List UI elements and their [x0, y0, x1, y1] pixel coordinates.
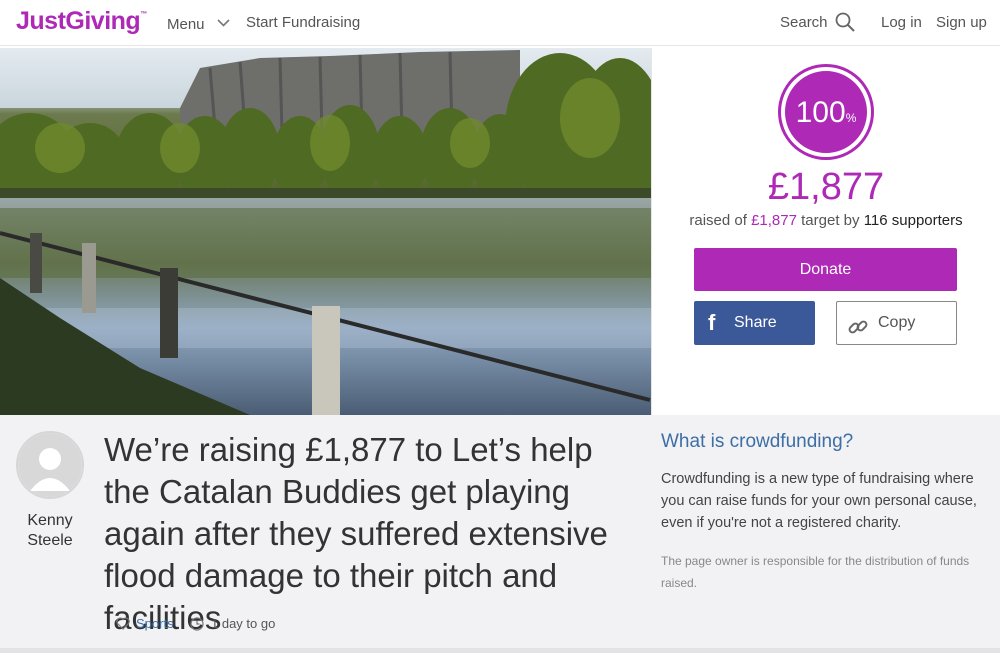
owner-last-name: Steele [27, 532, 73, 549]
page-details: Kenny Steele We’re raising £1,877 to Let… [0, 415, 1000, 653]
avatar-icon [18, 433, 82, 497]
signup-link[interactable]: Sign up [936, 14, 987, 31]
donate-button[interactable]: Donate [694, 248, 957, 291]
start-fundraising-link[interactable]: Start Fundraising [246, 14, 360, 31]
share-button[interactable]: f Share [694, 301, 815, 345]
progress-circle: 100% [781, 67, 871, 157]
chevron-down-icon [217, 14, 230, 31]
info-heading[interactable]: What is crowdfunding? [661, 431, 991, 453]
progress-percent-value: 100 [795, 96, 846, 129]
donation-panel: 100% £1,877 raised of £1,877 target by 1… [651, 48, 1000, 415]
raised-summary: raised of £1,877 target by 116 supporter… [652, 212, 1000, 229]
info-description: Crowdfunding is a new type of fundraisin… [661, 471, 977, 531]
menu-button[interactable]: Menu [167, 14, 230, 33]
logo-trademark: ™ [140, 11, 147, 18]
link-icon [847, 313, 869, 335]
login-link[interactable]: Log in [881, 14, 922, 31]
time-left: 1 day to go [211, 616, 276, 631]
raised-amount: £1,877 [767, 166, 885, 208]
hero-image [0, 48, 651, 415]
facebook-icon: f [708, 310, 716, 335]
search-link[interactable]: Search [780, 14, 828, 31]
avatar[interactable] [16, 431, 84, 499]
crowdfunding-info: What is crowdfunding? Crowdfunding is a … [661, 431, 991, 594]
owner-first-name: Kenny [27, 512, 73, 529]
top-navigation: JustGiving™ Menu Start Fundraising Searc… [0, 0, 1000, 46]
copy-button[interactable]: Copy [836, 301, 957, 345]
target-mid-text: target by [801, 212, 860, 229]
raised-prefix: raised of [689, 212, 747, 229]
owner-name[interactable]: Kenny Steele [10, 511, 90, 551]
target-amount: £1,877 [751, 212, 797, 229]
page-meta: Sports 1 day to go [116, 616, 275, 633]
divider [0, 648, 1000, 653]
justgiving-logo[interactable]: JustGiving™ [16, 7, 147, 36]
progress-percent-sign: % [845, 111, 857, 125]
search-icon[interactable] [835, 12, 855, 32]
menu-label: Menu [167, 16, 205, 33]
share-label: Share [734, 314, 777, 331]
clock-icon [190, 617, 204, 634]
info-disclaimer: The page owner is responsible for the di… [661, 554, 970, 590]
heart-icon [116, 617, 130, 633]
logo-text: JustGiving [16, 7, 141, 35]
copy-label: Copy [878, 314, 916, 331]
progress-percent: 100% [785, 96, 867, 130]
category-link[interactable]: Sports [136, 616, 174, 631]
page-title: We’re raising £1,877 to Let’s help the C… [104, 431, 608, 636]
supporters-count[interactable]: 116 supporters [864, 212, 963, 229]
